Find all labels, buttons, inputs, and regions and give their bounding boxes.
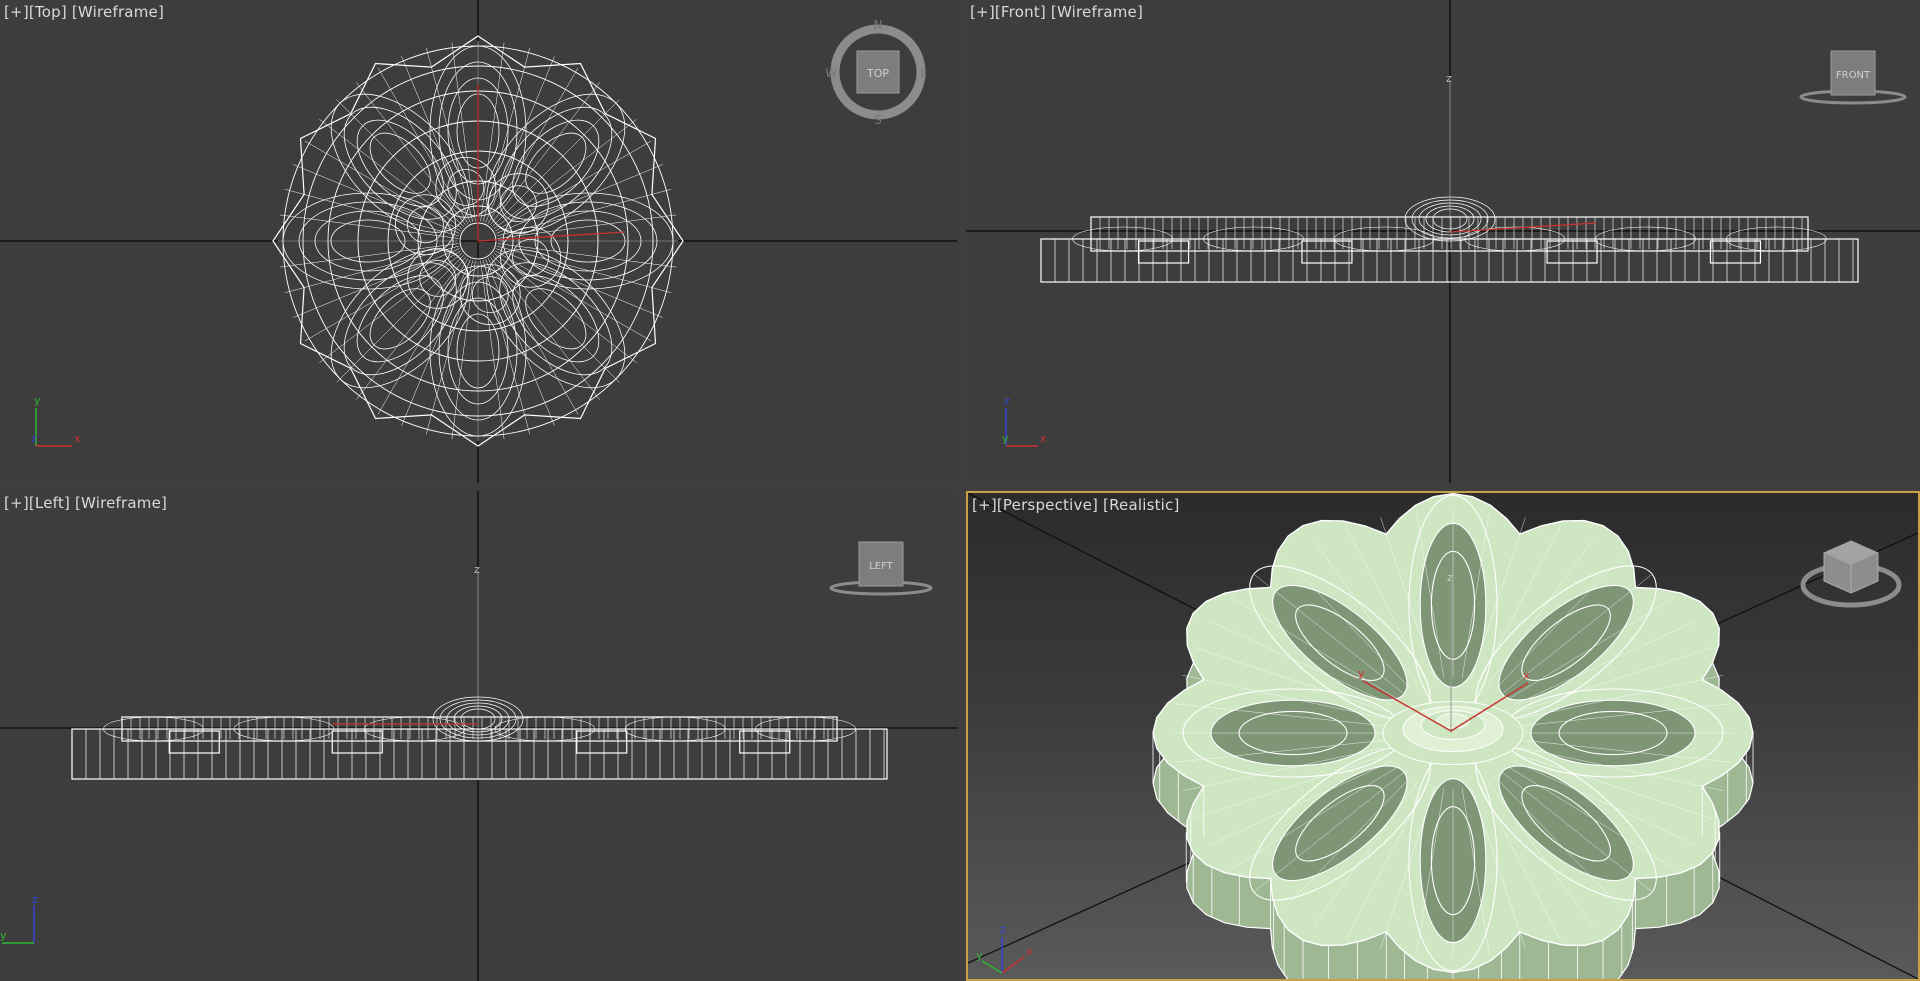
viewport-left[interactable]: z [+][Left] [Wireframe] LEFT z y [0,491,957,981]
viewport-menu-plus[interactable]: [+] [972,496,997,514]
viewport-menu-plus[interactable]: [+] [970,3,995,21]
svg-text:y: y [34,394,41,407]
svg-text:z: z [1000,923,1006,936]
svg-text:FRONT: FRONT [1836,70,1871,81]
viewport-view-menu[interactable]: [Perspective] [997,496,1098,514]
svg-text:x: x [1523,669,1530,682]
svg-text:y: y [976,949,983,962]
shaded-rosette-mesh [1152,493,1754,979]
svg-text:z: z [1004,394,1010,407]
axis-tripod-perspective: z x y [976,923,1033,974]
svg-text:TOP: TOP [866,67,889,80]
svg-text:z: z [474,563,480,576]
svg-text:LEFT: LEFT [869,561,893,572]
svg-text:S: S [874,113,882,127]
viewcube-top[interactable]: TOP N S E W [826,20,926,130]
viewport-view-menu[interactable]: [Front] [995,3,1046,21]
svg-text:z: z [1447,571,1453,584]
svg-text:N: N [874,20,883,32]
wireframe-rosette-left [71,696,888,780]
svg-text:x: x [74,432,81,445]
left-view-scene: z [0,491,957,981]
viewport-shading-menu[interactable]: [Wireframe] [75,494,167,512]
viewport-label-top: [+][Top] [Wireframe] [4,3,164,21]
viewport-menu-plus[interactable]: [+] [4,494,29,512]
svg-text:y: y [1002,432,1009,445]
viewport-label-left: [+][Left] [Wireframe] [4,494,167,512]
viewcube-left[interactable]: LEFT [826,536,941,601]
viewport-shading-menu[interactable]: [Realistic] [1103,496,1180,514]
svg-text:z: z [1446,72,1452,85]
viewport-label-front: [+][Front] [Wireframe] [970,3,1143,21]
svg-text:W: W [826,66,837,80]
viewport-menu-plus[interactable]: [+] [4,3,29,21]
viewport-front[interactable]: z [+][Front] [Wireframe] FRONT z x y [966,0,1920,483]
front-view-scene: z [966,0,1920,483]
top-view-scene [0,0,957,483]
svg-text:x: x [1040,432,1047,445]
svg-text:y: y [0,929,7,942]
axis-tripod-top: y x z [31,394,81,447]
viewport-top[interactable]: [+][Top] [Wireframe] TOP N S E W y x z [0,0,957,483]
svg-text:x: x [1026,945,1033,958]
viewport-perspective[interactable]: z x y [+][Perspective] [Realistic] z x y [966,491,1920,981]
viewport-view-menu[interactable]: [Top] [29,3,67,21]
viewport-shading-menu[interactable]: [Wireframe] [72,3,164,21]
svg-text:z: z [32,893,38,906]
axis-tripod-front: z x y [1002,394,1047,447]
svg-text:y: y [1358,667,1365,680]
viewport-label-perspective: [+][Perspective] [Realistic] [972,496,1180,514]
viewcube-perspective[interactable] [1796,533,1906,613]
viewcube-front[interactable]: FRONT [1796,45,1911,110]
svg-text:E: E [920,66,926,80]
viewport-shading-menu[interactable]: [Wireframe] [1051,3,1143,21]
viewport-view-menu[interactable]: [Left] [29,494,70,512]
svg-text:z: z [31,432,37,445]
axis-tripod-left: z y [0,893,38,944]
perspective-view-scene: z x y [968,493,1918,979]
